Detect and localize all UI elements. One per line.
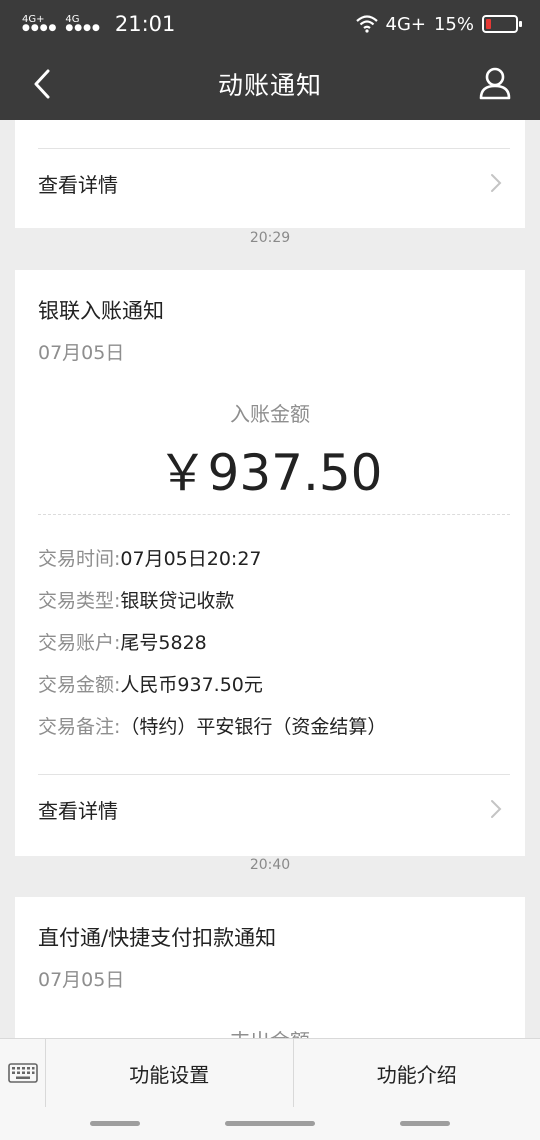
card-title: 银联入账通知 (38, 299, 164, 323)
gesture-bar-center (225, 1121, 315, 1126)
view-details-label: 查看详情 (38, 172, 118, 197)
card-date: 07月05日 (38, 969, 125, 991)
message-timestamp: 20:29 (249, 230, 291, 246)
field-value: 人民币937.50元 (120, 674, 263, 696)
view-details-row[interactable]: 查看详情 (38, 775, 510, 843)
card-title: 直付通/快捷支付扣款通知 (38, 926, 277, 950)
amount-value: ￥937.50 (157, 444, 383, 502)
navbar: 动账通知 (0, 48, 540, 120)
battery-icon (482, 15, 522, 33)
header: 4G+ ●●●● 4G ●●●● 21:01 4G+ 15% 动账通知 (0, 0, 540, 120)
field-value: 07月05日20:27 (120, 548, 262, 570)
card-date: 07月05日 (38, 342, 125, 364)
bottom-bar: 功能设置 功能介绍 (0, 1038, 540, 1140)
status-right: 4G+ 15% (355, 13, 522, 35)
notification-card: 查看详情 (15, 120, 525, 228)
user-icon (479, 67, 511, 100)
view-details-row[interactable]: 查看详情 (38, 149, 510, 217)
keyboard-toggle-button[interactable] (0, 1039, 46, 1107)
signal-2-icon: ●●●● (65, 23, 101, 33)
field-key: 交易备注: (38, 716, 121, 738)
notification-list[interactable]: 查看详情 20:29 银联入账通知 07月05日 入账金额 ￥937.50 交易… (0, 120, 540, 1038)
field-transaction-amount: 交易金额:人民币937.50元 (38, 670, 510, 697)
field-value: 尾号5828 (120, 632, 207, 654)
status-left: 4G+ ●●●● 4G ●●●● 21:01 (22, 12, 175, 36)
gesture-bar-right (400, 1121, 450, 1126)
field-transaction-account: 交易账户:尾号5828 (38, 628, 510, 655)
battery-percent: 15% (433, 13, 474, 35)
signal-1-icon: ●●●● (22, 23, 58, 33)
back-button[interactable] (22, 64, 62, 104)
field-value: 银联贷记收款 (120, 590, 235, 612)
field-key: 交易金额: (38, 674, 121, 696)
function-intro-tab[interactable]: 功能介绍 (292, 1039, 540, 1107)
field-transaction-type: 交易类型:银联贷记收款 (38, 586, 510, 613)
chevron-right-icon (491, 800, 502, 818)
view-details-label: 查看详情 (38, 798, 118, 823)
status-time: 21:01 (114, 12, 176, 36)
profile-button[interactable] (472, 60, 518, 106)
notification-card: 银联入账通知 07月05日 入账金额 ￥937.50 交易时间:07月05日20… (15, 270, 525, 856)
amount-label: 入账金额 (230, 402, 310, 426)
amount-label: 支出金额 (15, 1025, 525, 1038)
bottom-tabs: 功能设置 功能介绍 (0, 1039, 540, 1107)
signal-2: 4G ●●●● (65, 15, 100, 33)
function-settings-tab[interactable]: 功能设置 (46, 1039, 293, 1107)
field-key: 交易账户: (38, 632, 121, 654)
keyboard-icon (7, 1063, 38, 1083)
gesture-bar-left (90, 1121, 140, 1126)
field-transaction-note: 交易备注:（特约）平安银行（资金结算） (38, 712, 510, 739)
status-bar: 4G+ ●●●● 4G ●●●● 21:01 4G+ 15% (0, 0, 540, 48)
chevron-left-icon (34, 69, 50, 99)
field-transaction-time: 交易时间:07月05日20:27 (38, 544, 510, 571)
signal-1: 4G+ ●●●● (22, 15, 57, 33)
message-timestamp: 20:40 (249, 857, 291, 873)
field-key: 交易时间: (38, 548, 121, 570)
wifi-icon (355, 15, 378, 33)
field-key: 交易类型: (38, 590, 121, 612)
dashed-divider (38, 514, 510, 515)
field-value: （特约）平安银行（资金结算） (120, 716, 387, 738)
chevron-right-icon (491, 174, 502, 192)
network-type: 4G+ (385, 13, 426, 35)
notification-card: 直付通/快捷支付扣款通知 07月05日 支出金额 (15, 897, 525, 1038)
page-title: 动账通知 (217, 71, 322, 100)
